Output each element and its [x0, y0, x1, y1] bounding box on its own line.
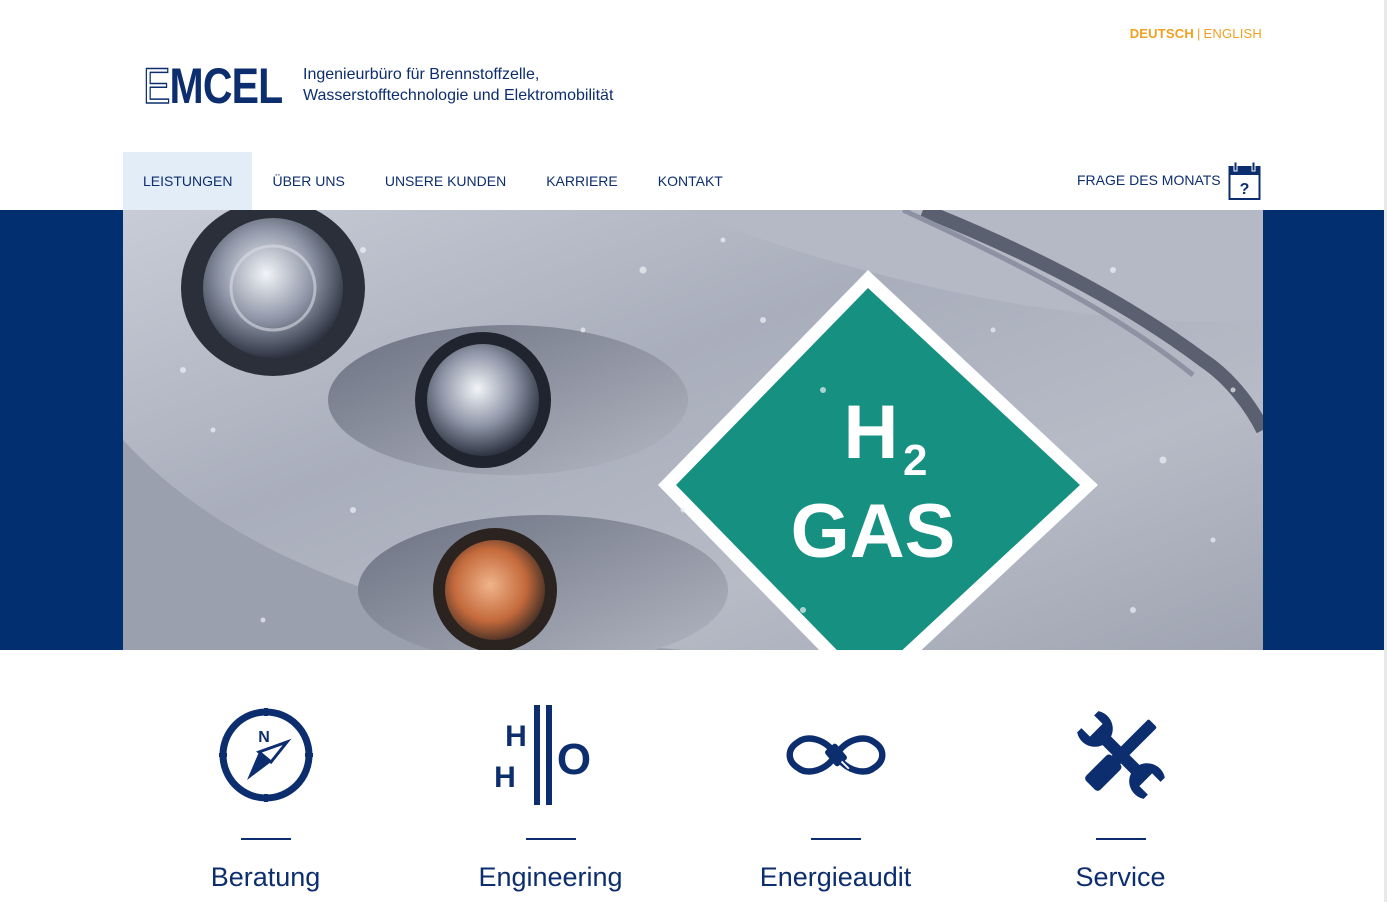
hero-image: H 2 GAS: [123, 210, 1263, 650]
feature-divider: [240, 838, 291, 840]
lang-english[interactable]: ENGLISH: [1204, 26, 1262, 41]
compass-letter: N: [258, 729, 270, 746]
tagline-line2: Wasserstofftechnologie und Elektromobili…: [303, 87, 614, 104]
feature-engineering[interactable]: H H O Engineering: [408, 700, 693, 893]
calendar-question-icon[interactable]: ?: [1228, 161, 1261, 201]
h2o-h-top: H: [505, 720, 527, 753]
nav-ueber-uns[interactable]: ÜBER UNS: [252, 152, 364, 210]
tagline: Ingenieurbüro für Brennstoffzelle, Wasse…: [303, 64, 613, 106]
compass-icon: N: [218, 708, 313, 802]
emcel-logo[interactable]: EMCEL: [142, 58, 313, 114]
service-features: N Beratung H H O Engineering Energieaudi…: [123, 700, 1263, 893]
feature-beratung[interactable]: N Beratung: [123, 700, 408, 893]
lang-separator: |: [1196, 26, 1201, 41]
feature-service[interactable]: Service: [978, 700, 1263, 893]
main-nav: LEISTUNGEN ÜBER UNS UNSERE KUNDEN KARRIE…: [123, 152, 743, 210]
hero-sign-sub: 2: [903, 436, 927, 485]
hero-sign-h: H: [844, 390, 899, 475]
nav-kontakt[interactable]: KONTAKT: [638, 152, 743, 210]
logo-e: E: [142, 58, 171, 114]
hero-sign-gas: GAS: [791, 489, 956, 574]
feature-energieaudit[interactable]: Energieaudit: [693, 700, 978, 893]
logo-wordmark: EMCEL: [142, 58, 284, 114]
hero-photo-illustration: H 2 GAS: [123, 210, 1263, 650]
logo-rest: MCEL: [169, 58, 284, 114]
tagline-line1: Ingenieurbüro für Brennstoffzelle,: [303, 66, 540, 83]
h2o-h-bottom: H: [496, 761, 516, 794]
nav-karriere[interactable]: KARRIERE: [526, 152, 638, 210]
wrench-screwdriver-icon: [1076, 711, 1165, 799]
feature-divider: [1095, 838, 1146, 840]
nav-unsere-kunden[interactable]: UNSERE KUNDEN: [365, 152, 526, 210]
feature-label-service: Service: [1075, 862, 1166, 892]
lang-deutsch[interactable]: DEUTSCH: [1130, 26, 1194, 41]
feature-label-energieaudit: Energieaudit: [759, 862, 912, 892]
nav-frage-des-monats[interactable]: FRAGE DES MONATS: [1077, 172, 1221, 188]
language-switcher: DEUTSCH | ENGLISH: [1130, 26, 1262, 41]
infinity-plug-icon: [786, 735, 885, 775]
feature-label-engineering: Engineering: [478, 862, 623, 892]
feature-divider: [525, 838, 576, 840]
h2o-icon: H H O: [496, 705, 591, 805]
nav-leistungen[interactable]: LEISTUNGEN: [123, 152, 253, 210]
calendar-mark: ?: [1240, 181, 1250, 198]
feature-label-beratung: Beratung: [210, 862, 321, 892]
h2o-o: O: [556, 735, 590, 784]
feature-divider: [810, 838, 861, 840]
